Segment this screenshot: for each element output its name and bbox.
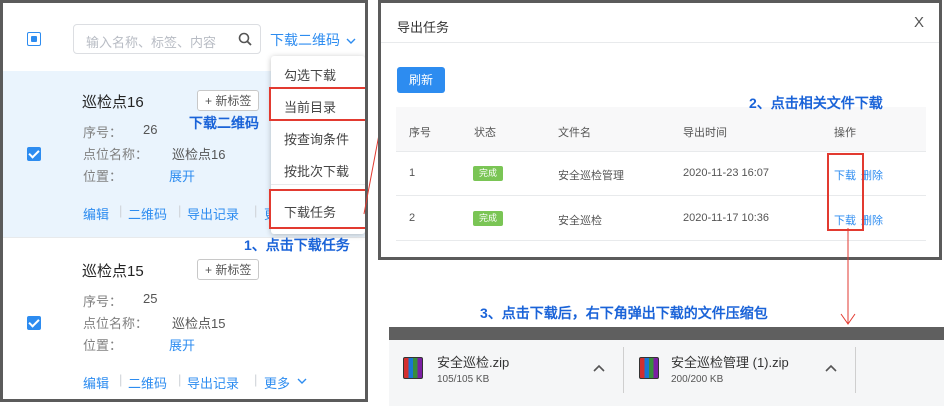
position-label: 位置： [83, 338, 123, 353]
zip-file-icon [403, 357, 423, 379]
zip-file-icon [639, 357, 659, 379]
point-name-value: 巡检点15 [172, 316, 226, 331]
dialog-divider [381, 42, 939, 43]
export-record-link[interactable]: 导出记录 [187, 204, 239, 223]
annotation-step-2: 2、点击相关文件下载 [749, 95, 883, 111]
qr-download-label: 下载二维码 [270, 32, 340, 48]
seq-value: 25 [143, 291, 158, 306]
export-tasks-dialog: 导出任务 X 刷新 序号 状态 文件名 导出时间 操作 1 完成 安全巡检管理 … [378, 0, 942, 260]
divider: | [119, 372, 123, 387]
download-bar-topline [389, 327, 944, 340]
chevron-up-icon[interactable] [825, 364, 837, 372]
item-list-panel: 输入名称、标签、内容 下载二维码 巡检点16 + 新标签 序号： 26 点位名称… [0, 0, 368, 402]
annotation-step-1: 1、点击下载任务 [244, 237, 350, 253]
item-checkbox[interactable] [27, 316, 41, 330]
download-size: 200/200 KB [671, 374, 724, 385]
new-tag-button[interactable]: + 新标签 [197, 90, 260, 111]
expand-link[interactable]: 展开 [169, 166, 195, 185]
column-header-no: 序号 [409, 127, 431, 139]
edit-link[interactable]: 编辑 [83, 373, 109, 392]
cell-filename: 安全巡检管理 [558, 170, 624, 182]
cell-no: 2 [409, 212, 416, 224]
card-title: 巡检点16 [82, 94, 144, 111]
list-item-card[interactable]: 巡检点15 + 新标签 序号： 25 点位名称： 巡检点15 位置： 展开 编辑… [3, 237, 365, 399]
column-header-status: 状态 [474, 127, 496, 139]
menu-item-by-batch[interactable]: 按批次下载 [284, 161, 349, 180]
select-all-checkbox[interactable] [27, 32, 41, 46]
search-input[interactable]: 输入名称、标签、内容 [73, 24, 261, 54]
close-icon[interactable]: X [914, 14, 924, 31]
seq-label: 序号： [83, 125, 123, 140]
export-record-link[interactable]: 导出记录 [187, 373, 239, 392]
dialog-title: 导出任务 [397, 20, 450, 35]
menu-item-by-query[interactable]: 按查询条件 [284, 129, 349, 148]
delete-link[interactable]: 删除 [861, 167, 883, 183]
cell-export-time: 2020-11-17 10:36 [683, 212, 770, 224]
qrcode-link[interactable]: 二维码 [128, 204, 167, 223]
divider: | [254, 203, 258, 218]
qr-download-dropdown[interactable]: 下载二维码 [270, 30, 356, 50]
refresh-button[interactable]: 刷新 [397, 67, 445, 93]
cell-no: 1 [409, 167, 416, 179]
download-divider [855, 347, 856, 393]
column-header-export-time: 导出时间 [683, 127, 727, 139]
down-arrow [840, 228, 856, 325]
menu-item-checked-download[interactable]: 勾选下载 [284, 65, 336, 84]
divider: | [119, 203, 123, 218]
download-item[interactable]: 安全巡检管理 (1).zip 200/200 KB [625, 340, 855, 402]
point-name-value: 巡检点16 [172, 147, 226, 162]
browser-download-bar: 安全巡检.zip 105/105 KB 安全巡检管理 (1).zip 200/2… [389, 327, 944, 406]
search-placeholder: 输入名称、标签、内容 [86, 35, 217, 50]
download-item[interactable]: 安全巡检.zip 105/105 KB [389, 340, 621, 402]
seq-value: 26 [143, 122, 158, 137]
chevron-down-icon [346, 38, 356, 44]
point-name-label: 点位名称： [83, 147, 149, 162]
column-header-filename: 文件名 [558, 127, 591, 139]
chevron-down-icon [297, 378, 307, 384]
point-name-label: 点位名称： [83, 316, 149, 331]
download-filename: 安全巡检.zip [437, 355, 510, 370]
more-link[interactable]: 更多 [264, 373, 290, 392]
divider: | [254, 372, 258, 387]
status-badge: 完成 [473, 211, 503, 226]
menu-divider [271, 184, 365, 185]
download-filename: 安全巡检管理 (1).zip [671, 355, 789, 370]
position-label: 位置： [83, 169, 123, 184]
column-header-actions: 操作 [834, 127, 856, 139]
cell-filename: 安全巡检 [558, 215, 602, 227]
highlight-box [269, 87, 365, 121]
divider: | [178, 372, 182, 387]
edit-link[interactable]: 编辑 [83, 204, 109, 223]
chevron-up-icon[interactable] [593, 364, 605, 372]
download-size: 105/105 KB [437, 374, 490, 385]
expand-link[interactable]: 展开 [169, 335, 195, 354]
card-title: 巡检点15 [82, 263, 144, 280]
cell-export-time: 2020-11-23 16:07 [683, 167, 770, 179]
annotation-download-qr: 下载二维码 [189, 115, 259, 131]
search-icon[interactable] [238, 32, 252, 46]
new-tag-button[interactable]: + 新标签 [197, 259, 260, 280]
item-checkbox[interactable] [27, 147, 41, 161]
divider: | [178, 203, 182, 218]
annotation-step-3: 3、点击下载后，右下角弹出下载的文件压缩包 [480, 305, 768, 321]
seq-label: 序号： [83, 294, 123, 309]
highlight-box [827, 153, 864, 231]
delete-link[interactable]: 删除 [861, 212, 883, 228]
status-badge: 完成 [473, 166, 503, 181]
highlight-box [269, 189, 365, 229]
qrcode-link[interactable]: 二维码 [128, 373, 167, 392]
download-divider [623, 347, 624, 393]
